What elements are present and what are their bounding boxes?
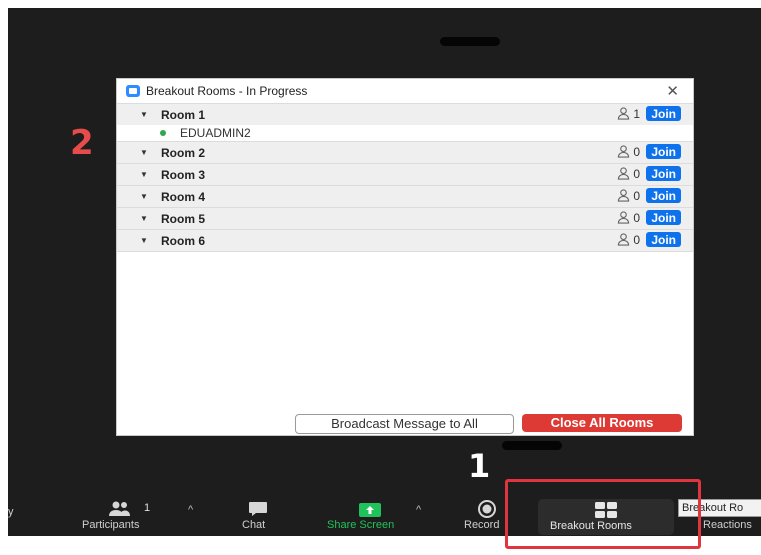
dialog-title: Breakout Rooms - In Progress	[146, 84, 308, 98]
broadcast-message-button[interactable]: Broadcast Message to All	[295, 414, 514, 434]
participant-icon	[618, 211, 630, 224]
participant-icon	[618, 145, 630, 158]
participants-caret-icon[interactable]: ^	[188, 504, 193, 516]
record-icon	[478, 500, 496, 518]
room-count: 0	[633, 144, 641, 159]
chevron-down-icon[interactable]: ▼	[140, 214, 150, 223]
room-row-1[interactable]: ▼ Room 1 1 Join	[117, 103, 693, 125]
chevron-down-icon[interactable]: ▼	[140, 236, 150, 245]
join-button[interactable]: Join	[646, 166, 681, 181]
dialog-titlebar: Breakout Rooms - In Progress ✕	[117, 79, 693, 103]
room-row-4[interactable]: ▼ Room 4 0 Join	[117, 185, 693, 207]
share-caret-icon[interactable]: ^	[416, 504, 421, 516]
chevron-down-icon[interactable]: ▼	[140, 148, 150, 157]
participants-icon	[109, 501, 130, 516]
room-name: Room 6	[161, 233, 206, 248]
chat-label: Chat	[242, 519, 266, 531]
join-button[interactable]: Join	[646, 106, 681, 121]
room-list: ▼ Room 1 1 Join EDUADMIN2 ▼ Room 2 0 Joi…	[117, 103, 693, 252]
participant-icon	[618, 189, 630, 202]
share-screen-label: Share Screen	[327, 519, 395, 531]
room-row-5[interactable]: ▼ Room 5 0 Join	[117, 207, 693, 229]
participant-icon	[618, 107, 630, 120]
chevron-down-icon[interactable]: ▼	[140, 110, 150, 119]
join-button[interactable]: Join	[646, 188, 681, 203]
participant-icon	[618, 167, 630, 180]
camera-notch	[440, 37, 500, 46]
room-row-6[interactable]: ▼ Room 6 0 Join	[117, 229, 693, 252]
room-name: Room 5	[161, 211, 206, 226]
room-count: 0	[633, 210, 641, 225]
annotation-step-2: 2	[70, 123, 94, 163]
camera-notch-bottom	[502, 441, 562, 450]
status-dot	[160, 130, 166, 136]
annotation-highlight-box	[505, 479, 701, 549]
room-row-3[interactable]: ▼ Room 3 0 Join	[117, 163, 693, 185]
toolbar-cut-label: y	[8, 506, 14, 518]
room-name: Room 4	[161, 189, 206, 204]
room-count: 0	[633, 166, 641, 181]
participants-count: 1	[144, 502, 151, 514]
room-name: Room 1	[161, 107, 206, 122]
chevron-down-icon[interactable]: ▼	[140, 192, 150, 201]
room-row-2[interactable]: ▼ Room 2 0 Join	[117, 141, 693, 163]
join-button[interactable]: Join	[646, 144, 681, 159]
chat-icon	[249, 502, 267, 516]
room-count: 1	[633, 106, 641, 121]
room-count: 0	[633, 232, 641, 247]
share-screen-icon	[359, 503, 381, 517]
member-name: EDUADMIN2	[180, 126, 251, 140]
breakout-rooms-dialog: Breakout Rooms - In Progress ✕ ▼ Room 1 …	[117, 79, 693, 435]
participants-label: Participants	[82, 519, 140, 531]
record-label: Record	[464, 519, 500, 531]
room-count: 0	[633, 188, 641, 203]
member-row: EDUADMIN2	[117, 125, 693, 141]
participant-icon	[618, 233, 630, 246]
zoom-logo-icon	[126, 85, 140, 97]
close-icon[interactable]: ✕	[666, 82, 679, 100]
close-all-rooms-button[interactable]: Close All Rooms	[522, 414, 682, 432]
room-name: Room 2	[161, 145, 206, 160]
annotation-step-1: 1	[468, 447, 491, 485]
reactions-label: Reactions	[703, 519, 752, 531]
room-name: Room 3	[161, 167, 206, 182]
join-button[interactable]: Join	[646, 232, 681, 247]
chevron-down-icon[interactable]: ▼	[140, 170, 150, 179]
join-button[interactable]: Join	[646, 210, 681, 225]
